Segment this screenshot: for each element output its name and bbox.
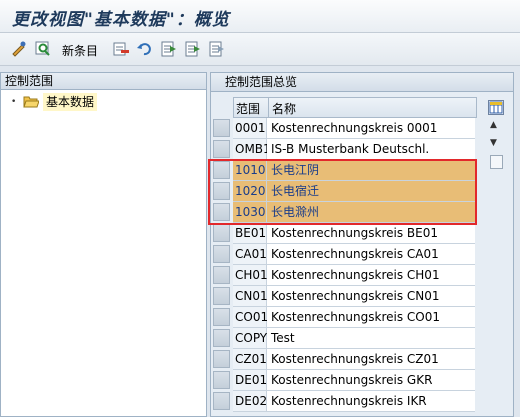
column-settings-icon[interactable] [488,100,504,115]
cell-area-name: Kostenrechnungskreis BE01 [267,223,475,244]
table-row[interactable]: CO01 Kostenrechnungskreis CO01 [213,307,475,328]
row-selector-button[interactable] [213,308,230,326]
row-selector-button[interactable] [213,224,230,242]
toolbar: 新条目 [0,33,520,66]
cell-area-name: Kostenrechnungskreis CO01 [267,307,475,328]
table-row[interactable]: CH01 Kostenrechnungskreis CH01 [213,265,475,286]
find-icon[interactable] [34,40,52,58]
row-selector-button[interactable] [213,287,230,305]
tree-bullet-icon: • [11,97,17,107]
row-selector-button[interactable] [213,266,230,284]
table-row[interactable]: 1030 长电滁州 [213,202,475,223]
table-row[interactable]: DE02 Kostenrechnungskreis IKR [213,391,475,412]
row-selector-button[interactable] [213,245,230,263]
cell-area-code: CO01 [233,307,268,328]
row-selector-button[interactable] [213,119,230,137]
tree-item-label: 基本数据 [43,93,98,111]
navigation-header: 控制范围 [1,73,206,90]
table-row[interactable]: CN01 Kostenrechnungskreis CN01 [213,286,475,307]
table-row[interactable]: 1020 长电宿迁 [213,181,475,202]
cell-area-code: CH01 [233,265,268,286]
row-selector-button[interactable] [213,350,230,368]
folder-open-icon [23,96,39,108]
cell-area-name: Kostenrechnungskreis CA01 [267,244,475,265]
row-selector-button[interactable] [213,182,230,200]
cell-area-name: Kostenrechnungskreis CZ01 [267,349,475,370]
cell-area-name: 长电滁州 [267,202,475,223]
column-header-name[interactable]: 名称 [272,100,296,117]
cell-area-name: Kostenrechnungskreis CH01 [267,265,475,286]
table-row[interactable]: DE01 Kostenrechnungskreis GKR [213,370,475,391]
cell-area-code: 1030 [233,202,267,223]
table-row[interactable]: CA01 Kostenrechnungskreis CA01 [213,244,475,265]
navigation-pane: 控制范围 • 基本数据 [0,72,207,417]
table-row[interactable]: 0001 Kostenrechnungskreis 0001 [213,118,475,139]
delete-icon[interactable] [112,40,130,58]
overview-pane: 控制范围总览 范围 名称 0001 Kostenrechnungskreis 00… [210,72,514,417]
row-selector-button[interactable] [213,392,230,410]
cell-area-code: 1020 [233,181,267,202]
row-selector-button[interactable] [213,329,230,347]
table-row[interactable]: 1010 长电江阴 [213,160,475,181]
tree-item-basic-data[interactable]: • 基本数据 [11,93,98,111]
cell-area-code: OMB1 [233,139,271,160]
table-row[interactable]: BE01 Kostenrechnungskreis BE01 [213,223,475,244]
cell-area-code: DE02 [233,391,267,412]
cell-area-code: 0001 [233,118,267,139]
undo-icon[interactable] [136,40,154,58]
cell-area-code: CN01 [233,286,268,307]
cell-area-code: 1010 [233,160,267,181]
cell-area-code: DE01 [233,370,267,391]
scrollbar-thumb[interactable] [490,155,503,169]
page-title: 更改视图"基本数据"：概览 [12,10,230,30]
cell-area-name: Kostenrechnungskreis 0001 [267,118,475,139]
deselect-all-icon[interactable] [208,40,226,58]
scroll-up-icon[interactable]: ▲ [490,120,497,130]
cell-area-name: IS-B Musterbank Deutschl. [267,139,475,160]
overview-header: 控制范围总览 [211,73,513,92]
select-block-icon[interactable] [184,40,202,58]
row-selector-button[interactable] [213,371,230,389]
cell-area-name: Kostenrechnungskreis GKR [267,370,475,391]
new-entries-button[interactable]: 新条目 [62,42,98,59]
row-selector-button[interactable] [213,161,230,179]
table-row[interactable]: CZ01 Kostenrechnungskreis CZ01 [213,349,475,370]
row-selector-button[interactable] [213,203,230,221]
cell-area-code: CA01 [233,244,267,265]
cell-area-name: Test [267,328,475,349]
row-selector-button[interactable] [213,140,230,158]
cell-area-name: Kostenrechnungskreis IKR [267,391,475,412]
table-row[interactable]: OMB1 IS-B Musterbank Deutschl. [213,139,475,160]
cell-area-name: 长电宿迁 [267,181,475,202]
display-change-icon[interactable] [10,40,28,58]
cell-area-code: BE01 [233,223,267,244]
column-header-area[interactable]: 范围 [236,100,260,117]
table-row[interactable]: COPY Test [213,328,475,349]
table-header: 范围 名称 [233,97,477,118]
title-bar: 更改视图"基本数据"：概览 [0,0,520,33]
cell-area-code: CZ01 [233,349,267,370]
scroll-down-icon[interactable]: ▼ [490,138,497,148]
cell-area-name: 长电江阴 [267,160,475,181]
cell-area-name: Kostenrechnungskreis CN01 [267,286,475,307]
select-all-icon[interactable] [160,40,178,58]
cell-area-code: COPY [233,328,267,349]
